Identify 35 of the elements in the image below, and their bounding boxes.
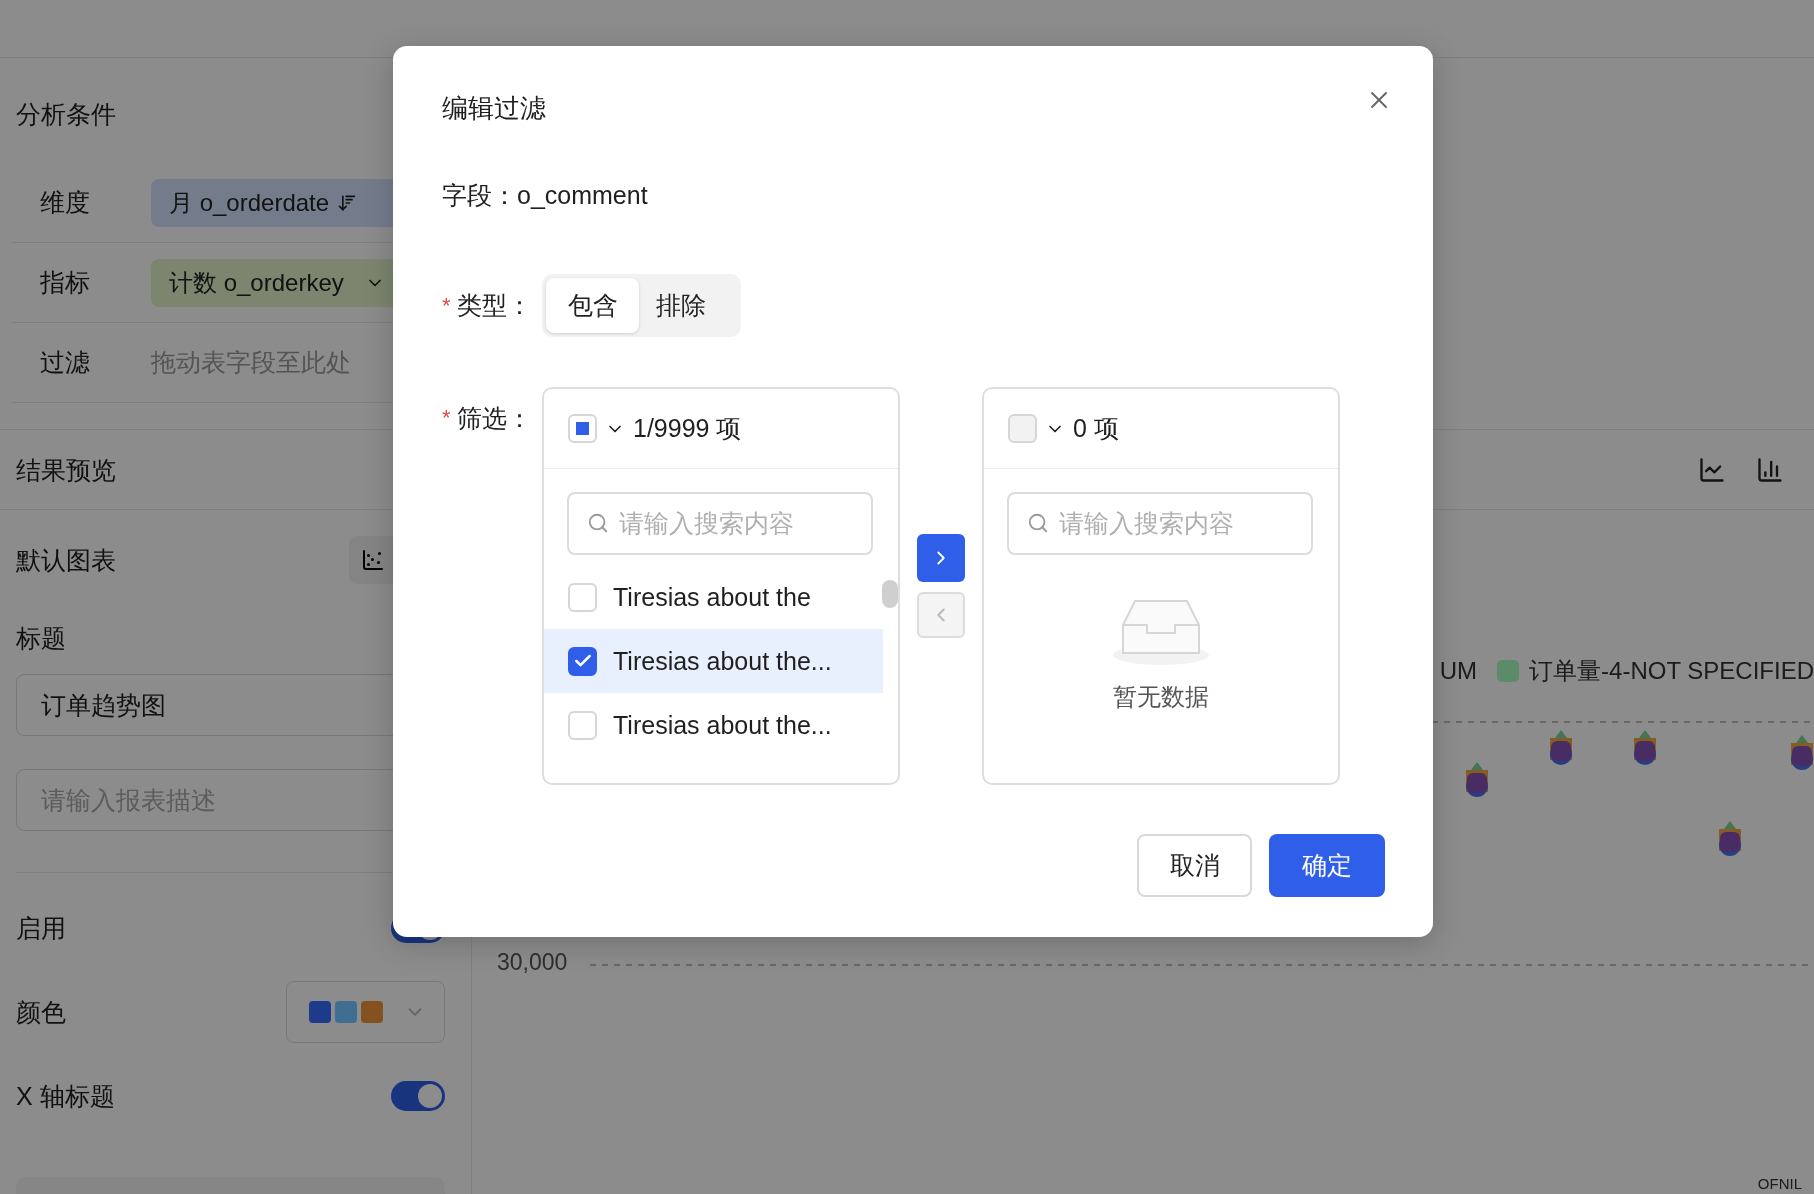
type-option[interactable]: 排除	[639, 278, 723, 333]
legend-label: UM	[1439, 657, 1478, 685]
empty-text: 暂无数据	[1113, 682, 1209, 712]
required-mark: *	[442, 404, 451, 432]
type-option[interactable]: 包含	[546, 278, 639, 333]
list-item[interactable]: Tiresias about the	[544, 565, 883, 629]
footer-mark: OFNIL	[1757, 1175, 1802, 1192]
field-name: 字段：o_comment	[442, 180, 648, 211]
item-label: Tiresias about the	[613, 582, 811, 612]
item-count: 0 项	[1073, 413, 1119, 444]
item-label: Tiresias about the...	[613, 710, 832, 740]
field-label: 标题	[16, 623, 66, 654]
search-field[interactable]: 请输入搜索内容	[567, 492, 873, 555]
list-item[interactable]: Tiresias about the...	[544, 693, 883, 757]
form-label: 类型：	[456, 290, 532, 321]
condition-label: 维度	[39, 187, 91, 218]
setting-label: 颜色	[16, 996, 66, 1028]
condition-label: 过滤	[39, 347, 91, 378]
item-label: Tiresias about the...	[613, 646, 832, 676]
legend-label: 订单量-4-NOT SPECIFIED	[1529, 656, 1814, 686]
condition-label: 指标	[39, 267, 91, 298]
setting-label: 默认图表	[16, 544, 116, 576]
form-label: 筛选：	[456, 403, 532, 434]
drop-zone-hint: 拖动表字段至此处	[151, 347, 351, 378]
cancel-button[interactable]: 取消	[1137, 834, 1252, 897]
setting-label: 启用	[16, 912, 66, 944]
dialog-title: 编辑过滤	[442, 92, 546, 125]
confirm-button[interactable]: 确定	[1269, 834, 1385, 897]
required-mark: *	[442, 292, 451, 319]
setting-label: X 轴标题	[16, 1080, 115, 1112]
item-count: 1/9999 项	[633, 413, 742, 444]
axis-label: 30,000	[497, 949, 568, 976]
list-item[interactable]: Tiresias about the...	[544, 629, 883, 693]
section-title: 结果预览	[16, 454, 116, 486]
section-title: 分析条件	[16, 99, 116, 130]
